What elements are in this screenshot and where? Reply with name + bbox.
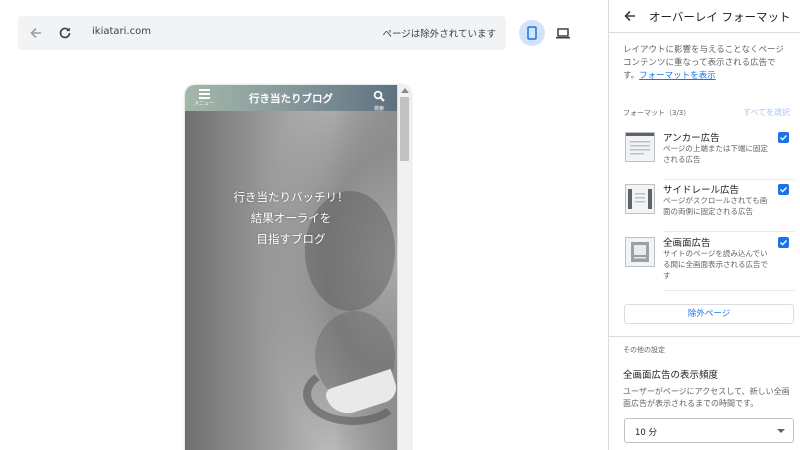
panel-title: オーバーレイ フォーマット [649,10,791,24]
format-checkbox[interactable] [778,237,789,248]
checkmark-icon [780,187,788,193]
excluded-pages-button[interactable]: 除外ページ [624,304,794,324]
format-description: サイトのページを読み込んでいる間に全画面表示される広告です [663,249,768,280]
hero-line: 結果オーライを [250,211,332,225]
scrollbar-thumb[interactable] [400,97,409,161]
format-description: ページの上端または下端に固定される広告 [663,144,768,164]
format-name: サイドレール広告 [663,185,740,196]
format-checkbox[interactable] [778,184,789,195]
preview-toolbar: ikiatari.com ページは除外されています [18,16,506,50]
panel-header: オーバーレイ フォーマット [609,0,800,33]
frequency-description: ユーザーがページにアクセスして、新しい全画面広告が表示されるまでの時間です。 [623,387,790,408]
hero-tagline: 行き当たりバッチリ！ 結果オーライを 目指すブログ [185,187,397,250]
overlay-format-panel: オーバーレイ フォーマット レイアウトに影響を与えることなくページ コンテンツに… [608,0,800,450]
format-description: ページがスクロールされても画面の両側に固定される広告 [663,196,768,216]
divider [663,231,795,232]
hero-line: 行き当たりバッチリ！ [233,190,349,204]
laptop-icon [556,27,570,38]
divider [663,290,795,291]
desktop-device-button[interactable] [550,20,576,46]
frequency-value: 10 分 [635,428,658,438]
panel-description: レイアウトに影響を与えることなくページ コンテンツに重なって表示される広告です。… [623,44,791,83]
other-settings-heading: その他の設定 [623,346,665,354]
vignette-ad-icon [625,237,655,267]
site-search-button[interactable]: 検索 [369,87,389,112]
phone-preview: メニュー 行き当たりブログ 検索 行き当たりバッチリ！ 結果オーライを 目指すブ… [185,85,411,450]
format-item-anchor: アンカー広告 ページの上端または下端に固定される広告 [623,130,795,180]
phone-scrollbar[interactable] [397,85,411,450]
format-item-side-rail: サイドレール広告 ページがスクロールされても画面の両側に固定される広告 [623,182,795,232]
frequency-select[interactable]: 10 分 [624,418,794,443]
back-arrow-icon[interactable] [623,8,639,24]
format-checkbox[interactable] [778,132,789,143]
select-all-link[interactable]: すべてを選択 [743,107,790,118]
checkmark-icon [780,240,788,246]
format-item-vignette: 全画面広告 サイトのページを読み込んでいる間に全画面表示される広告です [623,235,795,291]
back-arrow-icon[interactable] [27,24,45,42]
search-icon [373,90,385,102]
site-title: 行き当たりブログ [249,93,333,105]
smartphone-icon [527,26,537,40]
format-name: アンカー広告 [663,133,720,144]
divider [609,336,800,337]
hero-line: 目指すブログ [256,232,326,246]
hamburger-icon [198,89,210,99]
menu-label: メニュー [193,101,214,107]
reload-icon[interactable] [56,24,74,42]
format-count: フォーマット（3/3） [623,109,691,117]
phone-site-header: メニュー 行き当たりブログ 検索 [185,85,397,112]
preview-area: ikiatari.com ページは除外されています メニュー 行き当たりブログ … [0,0,608,450]
scroll-up-arrow-icon[interactable] [401,88,409,93]
hero-image: 行き当たりバッチリ！ 結果オーライを 目指すブログ [185,111,397,450]
side-rail-ad-icon [625,184,655,214]
mobile-device-button[interactable] [519,20,545,46]
divider [663,179,795,180]
page-status-text: ページは除外されています [382,29,496,40]
site-menu-button[interactable]: メニュー [193,87,215,109]
view-formats-link[interactable]: フォーマットを表示 [639,71,716,81]
dropdown-caret-icon [777,429,785,433]
format-name: 全画面広告 [663,238,711,249]
frequency-title: 全画面広告の表示頻度 [623,370,719,381]
anchor-ad-icon [625,132,655,162]
checkmark-icon [780,135,788,141]
url-text: ikiatari.com [92,26,151,37]
